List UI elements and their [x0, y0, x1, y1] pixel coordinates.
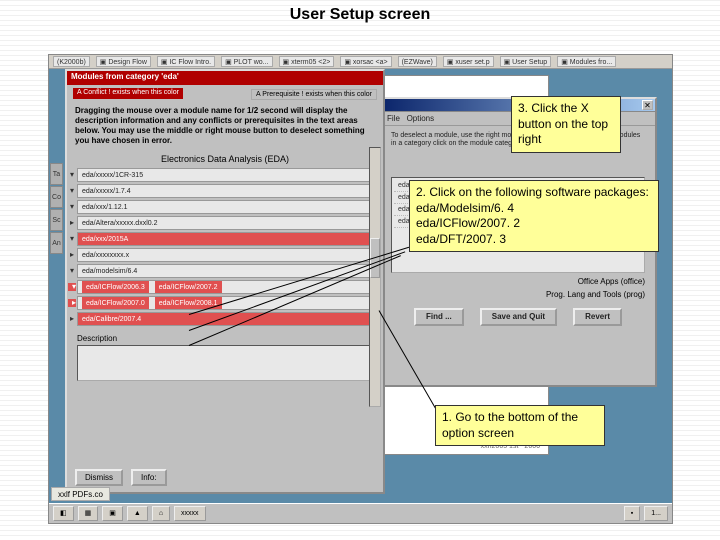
module-item-selected[interactable]: ▸eda/Calibre/2007.4 — [77, 312, 373, 326]
module-item[interactable]: ▾eda/xxxxx/1CR-315 — [77, 168, 373, 182]
menu-options[interactable]: Options — [407, 114, 435, 123]
side-tab[interactable]: Ta — [50, 163, 63, 185]
wintab[interactable]: ▣ xorsac <a> — [340, 56, 391, 67]
expand-icon[interactable]: ▾ — [68, 203, 76, 211]
description-label: Description — [77, 334, 373, 343]
module-item[interactable]: ▸eda/xxxxxxxx.x — [77, 248, 373, 262]
window-tab-bar: (K2000b) ▣ Design Flow ▣ IC Flow Intro. … — [49, 55, 672, 69]
callout-3: 3. Click the X button on the top right — [511, 96, 621, 153]
expand-icon[interactable]: ▸ — [68, 299, 76, 307]
prereq-warning: A Prerequisite ! exists when this color — [251, 89, 377, 100]
modules-title: Modules from category 'eda' — [67, 71, 383, 85]
page-title: User Setup screen — [0, 6, 720, 24]
expand-icon[interactable]: ▸ — [68, 251, 76, 259]
taskbar-item[interactable]: ▦ — [78, 506, 99, 521]
taskbar-item[interactable]: ▲ — [127, 506, 148, 521]
modules-instructions: Dragging the mouse over a module name fo… — [75, 106, 375, 146]
module-item-selected[interactable]: ▾eda/ICFlow/2006.3eda/ICFlow/2007.2 — [77, 280, 373, 294]
find-button[interactable]: Find ... — [414, 308, 464, 326]
close-icon[interactable]: ✕ — [642, 100, 653, 110]
expand-icon[interactable]: ▸ — [68, 219, 76, 227]
expand-icon[interactable]: ▾ — [68, 235, 76, 243]
expand-icon[interactable]: ▾ — [68, 283, 76, 291]
expand-icon[interactable]: ▾ — [68, 171, 76, 179]
module-item[interactable]: ▾eda/xxxxx/1.7.4 — [77, 184, 373, 198]
dismiss-button[interactable]: Dismiss — [75, 469, 123, 486]
taskbar-item[interactable]: xxxxx — [174, 506, 206, 521]
wintab[interactable]: ▣ xuser set.p — [443, 56, 494, 67]
taskbar-item[interactable]: ◧ — [53, 506, 74, 521]
module-item[interactable]: ▸eda/Altera/xxxxx.dxxl0.2 — [77, 216, 373, 230]
wintab[interactable]: ▣ Design Flow — [96, 56, 151, 67]
wintab[interactable]: ▣ Modules fro... — [557, 56, 616, 67]
taskbar-item[interactable]: ⌂ — [152, 506, 170, 521]
taskbar: ◧ ▦ ▣ ▲ ⌂ xxxxx ▪ 1... — [49, 503, 672, 523]
revert-button[interactable]: Revert — [573, 308, 622, 326]
wintab[interactable]: (K2000b) — [53, 56, 90, 67]
wintab[interactable]: ▣ IC Flow Intro. — [157, 56, 215, 67]
modules-heading: Electronics Data Analysis (EDA) — [67, 154, 383, 164]
scrollbar[interactable] — [369, 147, 381, 407]
side-tab[interactable]: An — [50, 232, 63, 254]
taskbar-item[interactable]: 1... — [644, 506, 668, 521]
conflict-warning: A Conflict ! exists when this color — [73, 88, 183, 99]
side-tab[interactable]: Sc — [50, 209, 63, 231]
module-item[interactable]: ▾eda/xxx/1.12.1 — [77, 200, 373, 214]
taskbar-item[interactable]: ▣ — [102, 506, 123, 521]
expand-icon[interactable]: ▾ — [68, 187, 76, 195]
pdf-tab[interactable]: xxlf PDFs.co — [51, 487, 110, 501]
callout-2: 2. Click on the following software packa… — [409, 180, 659, 252]
menu-file[interactable]: File — [387, 114, 400, 123]
expand-icon[interactable]: ▾ — [68, 267, 76, 275]
info-button[interactable]: Info: — [131, 469, 167, 486]
expand-icon[interactable]: ▸ — [68, 315, 76, 323]
taskbar-item[interactable]: ▪ — [624, 506, 640, 521]
callout-1: 1. Go to the bottom of the option screen — [435, 405, 605, 446]
wintab[interactable]: ▣ PLOT wo... — [221, 56, 272, 67]
save-quit-button[interactable]: Save and Quit — [480, 308, 557, 326]
section-label-prog: Prog. Lang and Tools (prog) — [391, 290, 645, 300]
section-label-office: Office Apps (office) — [391, 277, 645, 287]
module-item-selected[interactable]: ▾eda/xxx/2015A — [77, 232, 373, 246]
side-tabs: Ta Co Sc An — [50, 163, 63, 255]
wintab[interactable]: ▣ User Setup — [500, 56, 552, 67]
wintab[interactable]: (EZWave) — [398, 56, 437, 67]
side-tab[interactable]: Co — [50, 186, 63, 208]
wintab[interactable]: ▣ xterm05 <2> — [279, 56, 335, 67]
description-box — [77, 345, 373, 381]
